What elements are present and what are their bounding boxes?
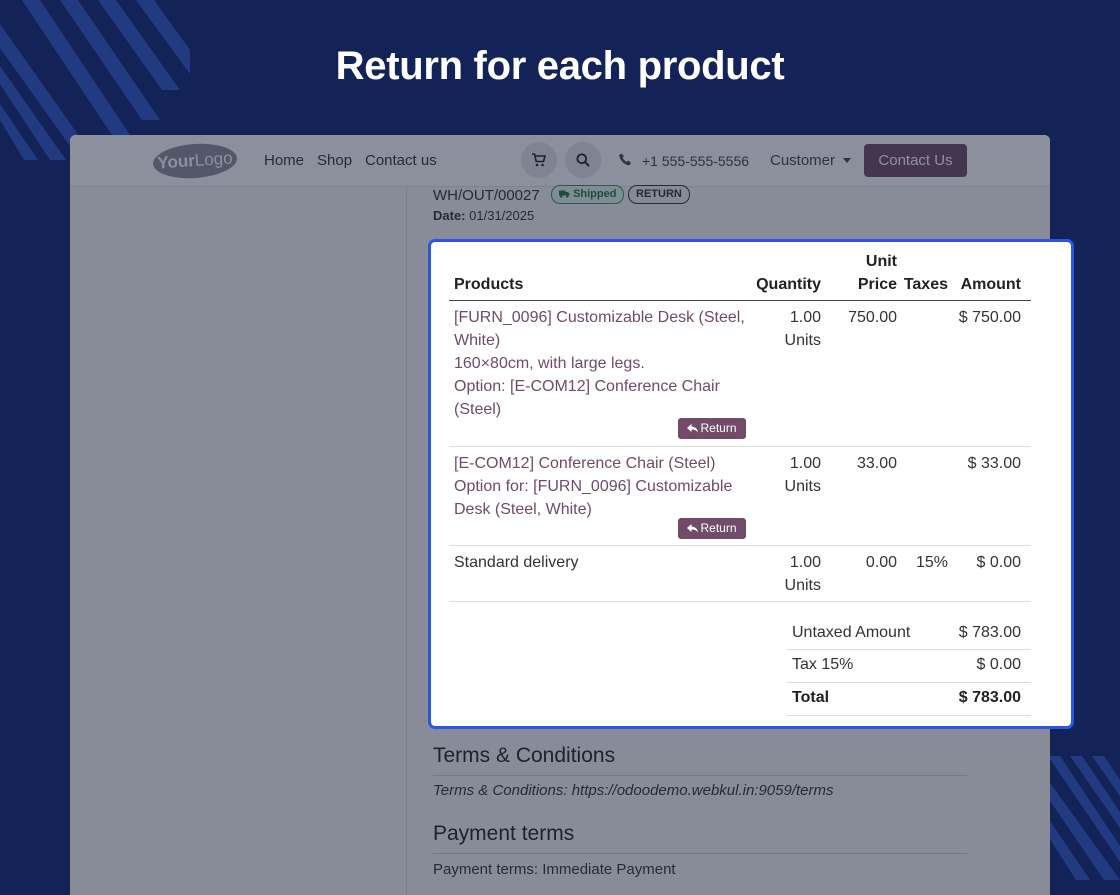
date-value: 01/31/2025 [469,208,535,223]
return-button[interactable]: Return [678,418,746,439]
header-quantity: Quantity [756,276,821,293]
customer-menu[interactable]: Customer [770,152,835,169]
quantity-cell: 1.00 Units [785,551,821,597]
tax-label: Tax 15% [792,656,854,673]
order-lines-card: Products Quantity Unit Price Taxes Amoun… [428,239,1074,729]
product-line: White) [454,332,501,349]
header-unit-price: Price [857,276,897,293]
product-line: [E-COM12] Conference Chair (Steel) [454,455,716,472]
phone-number[interactable]: +1 555-555-5556 [642,153,749,169]
order-reference: WH/OUT/00027 [433,187,540,204]
status-badge-label: Shipped [573,188,617,200]
quantity-value: 1.00 [789,554,821,571]
reply-icon [687,524,699,533]
divider [433,853,967,854]
page-title: Return for each product [335,44,785,88]
quantity-cell: 1.00 Units [785,306,821,352]
product-description[interactable]: [FURN_0096] Customizable Desk (Steel, Wh… [454,306,752,421]
quantity-unit: Units [784,577,821,594]
return-button-label: Return [700,421,737,435]
unit-price-cell: 0.00 [865,554,897,571]
cart-icon [532,153,546,167]
amount-cell: $ 0.00 [976,554,1021,571]
status-badge-return: RETURN [628,185,690,204]
header-unit-price: Unit [865,253,897,270]
truck-icon [559,190,570,198]
payment-terms-text: Payment terms: Immediate Payment [433,861,676,878]
header-amount: Amount [960,276,1021,293]
header-rule [449,300,1031,301]
total-label: Total [792,689,830,706]
product-description[interactable]: [E-COM12] Conference Chair (Steel) Optio… [454,452,752,521]
header-products: Products [454,276,524,293]
navbar: YourLogo Home Shop Contact us +1 555-555… [70,135,1050,187]
totals-divider [787,649,1031,650]
search-button[interactable] [565,142,601,178]
quantity-unit: Units [784,478,821,495]
return-button[interactable]: Return [678,518,746,539]
tax-value: $ 0.00 [976,656,1021,673]
product-line: [FURN_0096] Customizable Desk (Steel, [454,309,745,326]
sidebar-divider [406,186,407,895]
quantity-value: 1.00 [789,455,821,472]
product-description: Standard delivery [454,554,579,571]
taxes-cell: 15% [915,554,948,571]
quantity-cell: 1.00 Units [785,452,821,498]
terms-link[interactable]: https://odoodemo.webkul.in:9059/terms [572,782,834,799]
date-label: Date: [433,208,466,223]
quantity-unit: Units [784,332,821,349]
terms-label: Terms & Conditions: [433,782,568,799]
divider [433,775,967,776]
terms-text: Terms & Conditions: https://odoodemo.web… [433,782,834,799]
return-button-label: Return [700,521,737,535]
product-line: 160×80cm, with large legs. [454,355,645,372]
row-divider [449,446,1031,447]
chevron-down-icon [843,158,851,163]
untaxed-amount-label: Untaxed Amount [792,624,911,641]
nav-home[interactable]: Home [264,152,304,169]
order-date: Date: 01/31/2025 [433,208,534,223]
logo-text: Logo [194,148,234,170]
reply-icon [687,424,699,433]
unit-price-cell: 33.00 [856,455,897,472]
status-badge-shipped: Shipped [551,185,625,204]
quantity-value: 1.00 [789,309,821,326]
phone-icon [619,153,631,166]
nav-contact[interactable]: Contact us [365,152,437,169]
product-line: Option for: [FURN_0096] Customizable [454,478,733,495]
row-divider [449,601,1031,602]
amount-cell: $ 33.00 [967,455,1021,472]
logo[interactable]: YourLogo [151,141,239,181]
contact-us-button[interactable]: Contact Us [864,144,967,177]
totals-divider [787,715,1031,716]
header-taxes: Taxes [903,276,948,293]
product-line: Option: [E-COM12] Conference Chair [454,378,720,395]
amount-cell: $ 750.00 [958,309,1021,326]
nav-shop[interactable]: Shop [317,152,352,169]
search-icon [576,153,590,167]
payment-terms-heading: Payment terms [433,822,575,845]
total-value: $ 783.00 [958,689,1021,706]
cart-button[interactable] [521,142,557,178]
logo-text: Your [156,151,196,173]
terms-heading: Terms & Conditions [433,744,616,767]
row-divider [449,545,1031,546]
decorative-stripes [1048,756,1120,880]
totals-divider [787,682,1031,683]
untaxed-amount-value: $ 783.00 [958,624,1021,641]
unit-price-cell: 750.00 [848,309,897,326]
